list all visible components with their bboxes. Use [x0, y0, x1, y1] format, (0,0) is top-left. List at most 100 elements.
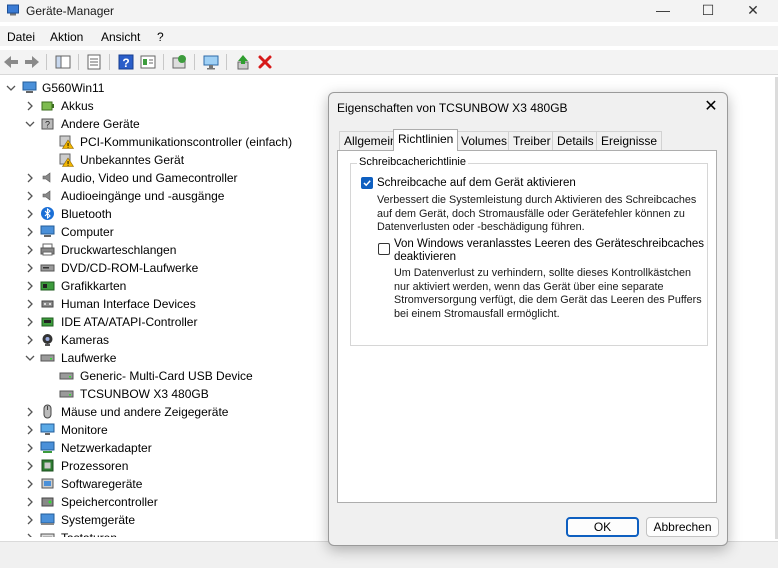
dialog-close-button[interactable]: ✕ [701, 97, 721, 117]
tree-item[interactable]: Audioeingänge und -ausgänge [0, 187, 330, 205]
minimize-button[interactable]: — [640, 0, 686, 22]
toolbar-separator [163, 54, 164, 70]
tree-item-label: Tastaturen [61, 531, 117, 537]
tree-item[interactable]: Computer [0, 223, 330, 241]
tree-item[interactable]: Human Interface Devices [0, 295, 330, 313]
tree-item[interactable]: Tastaturen [0, 529, 330, 537]
tab-details[interactable]: Details [552, 131, 599, 150]
chevron-right-icon[interactable] [24, 316, 36, 328]
chevron-right-icon[interactable] [24, 424, 36, 436]
battery-icon [41, 101, 54, 111]
chevron-right-icon[interactable] [24, 262, 36, 274]
chevron-right-icon[interactable] [24, 460, 36, 472]
monitor-icon [40, 423, 55, 435]
tree-item[interactable]: Mäuse und andere Zeigegeräte [0, 403, 330, 421]
tab-volumes[interactable]: Volumes [456, 131, 513, 150]
menu-aktion[interactable]: Aktion [50, 30, 83, 44]
disk-drive-icon [59, 390, 74, 398]
chevron-right-icon[interactable] [24, 496, 36, 508]
tree-item[interactable]: Softwaregeräte [0, 475, 330, 493]
tree-item-label: Grafikkarten [61, 279, 127, 293]
chevron-right-icon[interactable] [24, 406, 36, 418]
chevron-right-icon[interactable] [24, 244, 36, 256]
monitor-icon[interactable] [202, 53, 220, 71]
chevron-right-icon[interactable] [24, 172, 36, 184]
tree-item-label: Kameras [61, 333, 110, 347]
storage-controller-icon [41, 497, 54, 507]
properties-pane-icon[interactable] [54, 53, 72, 71]
tree-item-label: TCSUNBOW X3 480GB [80, 387, 209, 401]
tree-item[interactable]: Bluetooth [0, 205, 330, 223]
tree-item[interactable]: Netzwerkadapter [0, 439, 330, 457]
tab-richtlinien[interactable]: Richtlinien [393, 129, 459, 151]
tree-item[interactable]: ? Andere Geräte [0, 115, 330, 133]
forward-icon[interactable] [23, 53, 41, 71]
chevron-right-icon[interactable] [24, 208, 36, 220]
write-cache-checkbox[interactable] [361, 177, 373, 189]
view-icon[interactable] [139, 53, 157, 71]
bluetooth-icon [41, 207, 54, 220]
tree-item[interactable]: Grafikkarten [0, 277, 330, 295]
tab-treiber[interactable]: Treiber [508, 131, 556, 150]
chevron-right-icon[interactable] [24, 100, 36, 112]
enable-device-icon[interactable] [234, 53, 252, 71]
tree-item[interactable]: Laufwerke [0, 349, 330, 367]
tree-item[interactable]: Audio, Video und Gamecontroller [0, 169, 330, 187]
tree-item-label: Generic- Multi-Card USB Device [80, 369, 253, 383]
tree-item[interactable]: IDE ATA/ATAPI-Controller [0, 313, 330, 331]
tree-item[interactable]: Akkus [0, 97, 330, 115]
chevron-right-icon[interactable] [24, 226, 36, 238]
back-icon[interactable] [2, 53, 20, 71]
write-cache-label[interactable]: Schreibcache auf dem Gerät aktivieren [377, 177, 576, 190]
tree-item[interactable]: PCI-Kommunikationscontroller (einfach) [0, 133, 330, 151]
chevron-down-icon[interactable] [24, 352, 36, 364]
menu-datei[interactable]: Datei [7, 30, 35, 44]
disable-flush-checkbox[interactable] [378, 243, 390, 255]
uninstall-icon[interactable] [256, 53, 274, 71]
network-adapter-icon [40, 441, 55, 453]
tree-item[interactable]: Unbekanntes Gerät [0, 151, 330, 169]
disable-flush-label[interactable]: Von Windows veranlasstes Leeren des Gerä… [394, 238, 704, 264]
tree-item[interactable]: Speichercontroller [0, 493, 330, 511]
menu-help[interactable]: ? [157, 30, 164, 44]
tree-item[interactable]: Kameras [0, 331, 330, 349]
chevron-right-icon[interactable] [24, 478, 36, 490]
write-cache-description: Verbessert die Systemleistung durch Akti… [377, 194, 697, 233]
disk-drive-icon [40, 354, 55, 362]
tree-item-label: IDE ATA/ATAPI-Controller [61, 315, 198, 329]
properties-icon[interactable] [85, 53, 103, 71]
tree-item-label: DVD/CD-ROM-Laufwerke [61, 261, 199, 275]
chevron-right-icon[interactable] [24, 280, 36, 292]
update-driver-icon[interactable] [170, 53, 188, 71]
chevron-down-icon[interactable] [5, 82, 17, 94]
help-icon[interactable]: ? [117, 53, 135, 71]
tree-item[interactable]: DVD/CD-ROM-Laufwerke [0, 259, 330, 277]
tree-item[interactable]: Druckwarteschlangen [0, 241, 330, 259]
tree-item[interactable]: Monitore [0, 421, 330, 439]
chevron-right-icon[interactable] [24, 190, 36, 202]
chevron-right-icon[interactable] [24, 514, 36, 526]
tree-root[interactable]: G560Win11 [0, 79, 330, 97]
close-button[interactable]: ✕ [730, 0, 776, 22]
dvd-drive-icon [40, 264, 55, 272]
tree-item[interactable]: Generic- Multi-Card USB Device [0, 367, 330, 385]
chevron-right-icon[interactable] [24, 532, 36, 537]
chevron-right-icon[interactable] [24, 442, 36, 454]
properties-dialog: Eigenschaften von TCSUNBOW X3 480GB ✕ Al… [328, 92, 728, 546]
tree-item-label: Prozessoren [61, 459, 129, 473]
group-title: Schreibcacherichtlinie [357, 156, 468, 168]
tree-item[interactable]: Systemgeräte [0, 511, 330, 529]
ok-button[interactable]: OK [566, 517, 639, 537]
tree-item-label: Speichercontroller [61, 495, 158, 509]
tab-ereignisse[interactable]: Ereignisse [596, 131, 663, 150]
svg-text:?: ? [122, 56, 129, 70]
cancel-button[interactable]: Abbrechen [646, 517, 719, 537]
toolbar-separator [46, 54, 47, 70]
chevron-down-icon[interactable] [24, 118, 36, 130]
chevron-right-icon[interactable] [24, 334, 36, 346]
menu-ansicht[interactable]: Ansicht [101, 30, 140, 44]
maximize-button[interactable]: ☐ [685, 0, 731, 22]
chevron-right-icon[interactable] [24, 298, 36, 310]
tree-item[interactable]: Prozessoren [0, 457, 330, 475]
tree-item[interactable]: TCSUNBOW X3 480GB [0, 385, 330, 403]
